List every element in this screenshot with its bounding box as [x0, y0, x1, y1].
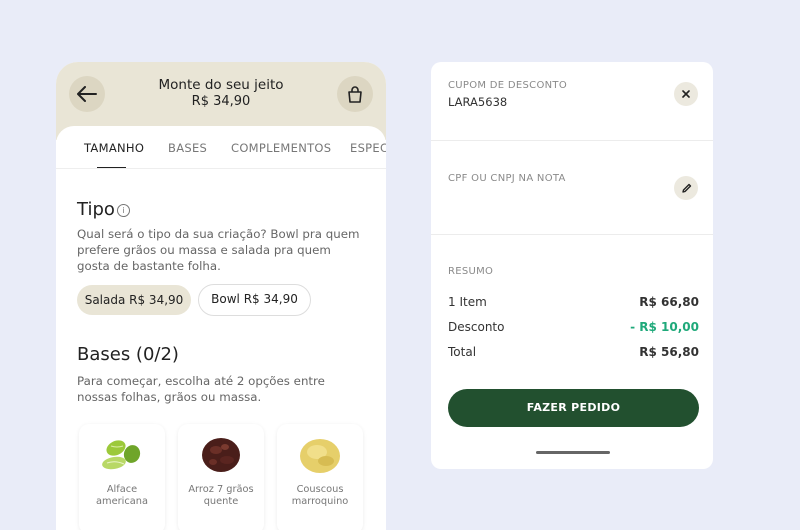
option-salada[interactable]: Salada R$ 34,90 — [77, 285, 191, 315]
builder-screen: Monte do seu jeito R$ 34,90 TAMANHO BASE… — [56, 62, 386, 530]
lettuce-icon — [102, 440, 141, 470]
discount-value: - R$ 10,00 — [630, 320, 699, 334]
tab-bases[interactable]: BASES — [168, 141, 207, 155]
items-value: R$ 66,80 — [639, 295, 699, 309]
rice-icon — [202, 438, 240, 472]
tab-complementos[interactable]: COMPLEMENTOS — [231, 141, 331, 155]
tipo-description: Qual será o tipo da sua criação? Bowl pr… — [77, 227, 360, 273]
header-price: R$ 34,90 — [191, 94, 251, 109]
edit-cpf-button[interactable] — [674, 176, 698, 200]
tabs-divider — [56, 168, 386, 169]
shopping-bag-icon — [348, 85, 362, 103]
couscous-icon — [300, 439, 340, 473]
divider — [431, 234, 713, 235]
close-icon — [682, 90, 690, 98]
coupon-code: LARA5638 — [448, 95, 508, 109]
option-bowl[interactable]: Bowl R$ 34,90 — [198, 284, 311, 316]
place-order-button[interactable]: FAZER PEDIDO — [448, 389, 699, 427]
total-label: Total — [448, 345, 477, 359]
base-name: Arroz 7 grãos quente — [188, 484, 254, 507]
coupon-label: CUPOM DE DESCONTO — [448, 80, 567, 91]
base-card-arroz[interactable]: Arroz 7 grãos quente — [178, 424, 264, 530]
base-card-alface[interactable]: Alface americana — [79, 424, 165, 530]
base-card-couscous[interactable]: Couscous marroquino — [277, 424, 363, 530]
cpf-label: CPF OU CNPJ NA NOTA — [448, 173, 566, 184]
remove-coupon-button[interactable] — [674, 82, 698, 106]
page-title: Monte do seu jeito — [158, 77, 284, 93]
order-summary-card: CUPOM DE DESCONTO LARA5638 CPF OU CNPJ N… — [431, 62, 713, 469]
base-name: Alface americana — [96, 484, 148, 507]
divider — [431, 140, 713, 141]
bases-title: Bases (0/2) — [77, 344, 179, 365]
arrow-left-icon — [77, 86, 97, 102]
tab-tamanho[interactable]: TAMANHO — [84, 141, 144, 155]
resumo-label: RESUMO — [448, 266, 494, 277]
base-name: Couscous marroquino — [291, 484, 349, 507]
info-icon[interactable]: i — [117, 204, 130, 217]
home-indicator — [536, 451, 610, 454]
back-button[interactable] — [69, 76, 105, 112]
tab-especiais[interactable]: ESPECIAIS — [350, 141, 386, 155]
discount-label: Desconto — [448, 320, 505, 334]
bases-description: Para começar, escolha até 2 opções entre… — [77, 374, 325, 404]
tab-bar: TAMANHO BASES COMPLEMENTOS ESPECIAIS — [56, 140, 386, 170]
pencil-icon — [681, 183, 691, 193]
bag-button[interactable] — [337, 76, 373, 112]
items-label: 1 Item — [448, 295, 487, 309]
total-value: R$ 56,80 — [639, 345, 699, 359]
tipo-title: Tipo — [77, 199, 115, 220]
